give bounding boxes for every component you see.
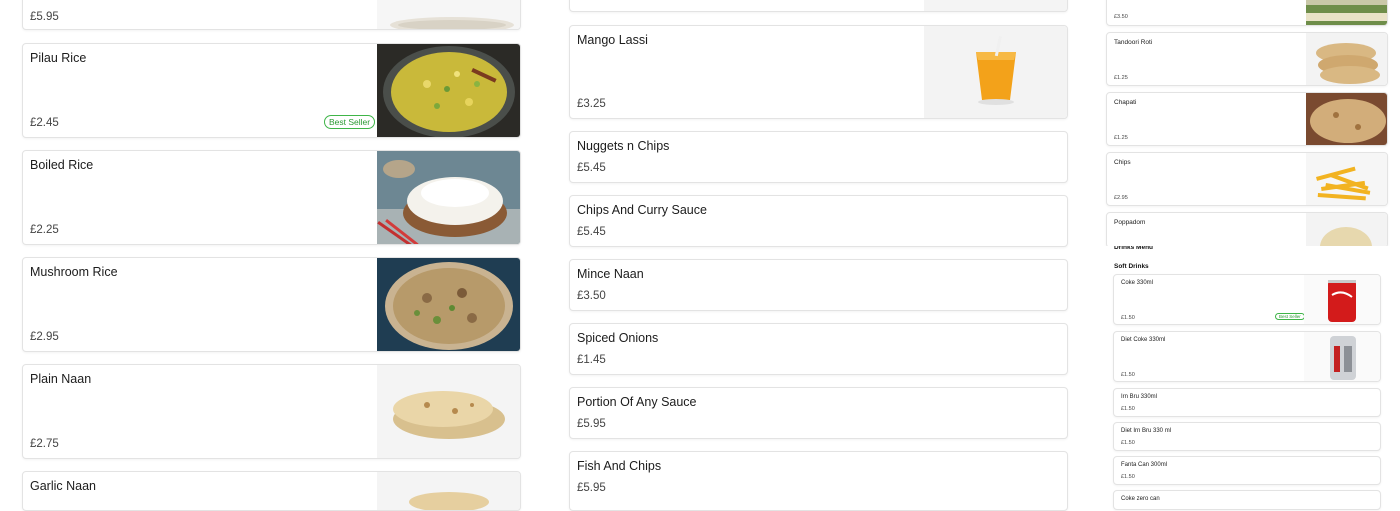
item-price: £2.95 — [1114, 195, 1128, 201]
menu-item-card[interactable]: Garlic Naan — [22, 471, 521, 511]
item-price: £1.50 — [1121, 315, 1135, 321]
menu-item-card-partial[interactable]: £5.95 — [22, 0, 521, 30]
item-price: £1.45 — [577, 354, 606, 366]
chips-image — [1306, 153, 1387, 205]
mango-lassi-image — [924, 26, 1067, 118]
item-name: Coke zero can — [1121, 496, 1160, 502]
diet-coke-can-image — [1304, 332, 1380, 381]
menu-item-card[interactable]: Chips £2.95 — [1106, 152, 1388, 206]
chapati-image — [1306, 93, 1387, 145]
menu-item-card[interactable]: Portion Of Any Sauce £5.95 — [569, 387, 1068, 439]
item-price: £3.50 — [1114, 14, 1128, 20]
item-name: Mince Naan — [577, 267, 644, 281]
item-price: £5.45 — [577, 162, 606, 174]
item-name: Mango Lassi — [577, 33, 648, 47]
item-name: Chapati — [1114, 99, 1137, 106]
menu-item-card[interactable]: Irn Bru 330ml £1.50 — [1113, 388, 1381, 417]
item-name: Spiced Onions — [577, 331, 659, 345]
item-name: Chips And Curry Sauce — [577, 203, 707, 217]
menu-item-card[interactable]: Diet Coke 330ml £1.50 — [1113, 331, 1381, 382]
menu-item-card-partial[interactable]: Coke zero can — [1113, 490, 1381, 510]
soft-drinks-heading: Soft Drinks — [1114, 263, 1149, 270]
menu-item-card[interactable]: Pilau Rice £2.45 Best Seller — [22, 43, 521, 138]
item-name: Diet Coke 330ml — [1121, 337, 1166, 343]
item-name: Chips — [1114, 159, 1131, 166]
item-price: £1.25 — [1114, 75, 1128, 81]
item-name: Diet Irn Bru 330 ml — [1121, 428, 1172, 434]
item-price: £2.75 — [30, 438, 59, 450]
item-name: Coke 330ml — [1121, 280, 1154, 286]
item-name: Garlic Naan — [30, 479, 96, 493]
item-price: £5.95 — [577, 482, 606, 494]
menu-item-card[interactable]: Plain Naan £2.75 — [22, 364, 521, 459]
item-name: Plain Naan — [30, 372, 92, 386]
item-name: Fanta Can 300ml — [1121, 462, 1168, 468]
coke-can-image — [1304, 275, 1380, 324]
best-seller-badge: Best Seller — [1275, 313, 1305, 320]
item-name: Boiled Rice — [30, 158, 94, 172]
menu-item-card[interactable]: Chapati £1.25 — [1106, 92, 1388, 146]
menu-item-card-partial[interactable] — [569, 0, 1068, 12]
item-name: Pilau Rice — [30, 51, 87, 65]
item-price: £2.25 — [30, 224, 59, 236]
food-image — [377, 0, 520, 29]
item-name: Fish And Chips — [577, 459, 662, 473]
menu-item-card[interactable]: Tandoori Roti £1.25 — [1106, 32, 1388, 86]
menu-item-card[interactable]: Mince Naan £3.50 — [569, 259, 1068, 311]
garlic-naan-image — [377, 472, 520, 510]
item-price: £1.50 — [1121, 406, 1135, 412]
item-price: £2.95 — [30, 331, 59, 343]
menu-item-card[interactable]: Boiled Rice £2.25 — [22, 150, 521, 245]
item-price: £5.45 — [577, 226, 606, 238]
pilau-rice-image — [377, 44, 520, 137]
menu-item-card[interactable]: Mango Lassi £3.25 — [569, 25, 1068, 119]
item-price: £3.25 — [577, 98, 606, 110]
menu-item-card[interactable]: Coke 330ml £1.50 Best Seller — [1113, 274, 1381, 325]
menu-item-card[interactable]: Fish And Chips £5.95 — [569, 451, 1068, 511]
item-price: £2.45 — [30, 117, 59, 129]
item-price: £1.25 — [1114, 135, 1128, 141]
item-name: Portion Of Any Sauce — [577, 395, 697, 409]
item-name: Tandoori Roti — [1114, 39, 1153, 46]
item-name: Mushroom Rice — [30, 265, 118, 279]
menu-item-card[interactable]: Fanta Can 300ml £1.50 — [1113, 456, 1381, 485]
menu-item-card-partial[interactable]: Poppadom — [1106, 212, 1388, 248]
menu-item-card[interactable]: Mushroom Rice £2.95 — [22, 257, 521, 352]
food-image — [1306, 0, 1387, 25]
best-seller-badge: Best Seller — [324, 115, 376, 129]
tandoori-roti-image — [1306, 33, 1387, 85]
item-price: £3.50 — [577, 290, 606, 302]
item-name: Poppadom — [1114, 219, 1146, 226]
menu-item-card-partial[interactable]: £3.50 — [1106, 0, 1388, 26]
menu-item-card[interactable]: Chips And Curry Sauce £5.45 — [569, 195, 1068, 247]
item-name: Nuggets n Chips — [577, 139, 670, 153]
mushroom-rice-image — [377, 258, 520, 351]
boiled-rice-image — [377, 151, 520, 244]
food-image — [924, 0, 1067, 11]
menu-item-card[interactable]: Diet Irn Bru 330 ml £1.50 — [1113, 422, 1381, 451]
item-name: Irn Bru 330ml — [1121, 394, 1158, 400]
drinks-menu-heading: Drinks Menu — [1114, 246, 1154, 251]
item-price: £1.50 — [1121, 440, 1135, 446]
item-price: £1.50 — [1121, 474, 1135, 480]
item-price: £5.95 — [577, 418, 606, 430]
menu-item-card[interactable]: Nuggets n Chips £5.45 — [569, 131, 1068, 183]
menu-item-card[interactable]: Spiced Onions £1.45 — [569, 323, 1068, 375]
plain-naan-image — [377, 365, 520, 458]
item-price: £1.50 — [1121, 372, 1135, 378]
item-price: £5.95 — [30, 11, 59, 23]
poppadom-image — [1306, 213, 1387, 247]
